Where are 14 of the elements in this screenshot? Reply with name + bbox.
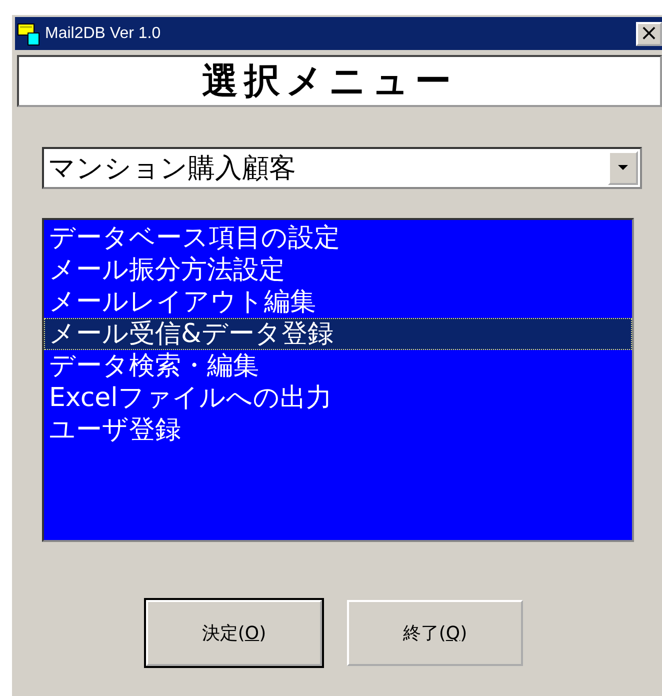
menu-list-item[interactable]: メール振分方法設定 [44,254,632,286]
menu-list-item[interactable]: メール受信&データ登録 [44,318,632,350]
menu-list-item[interactable]: ユーザ登録 [44,414,632,446]
menu-list-item[interactable]: データベース項目の設定 [44,222,632,254]
app-icon [17,22,41,46]
window-title: Mail2DB Ver 1.0 [45,24,162,42]
menu-list-item[interactable]: メールレイアウト編集 [44,286,632,318]
dialog-button[interactable]: 決定(O) [146,600,322,666]
dialog-button[interactable]: 終了(Q) [347,600,523,666]
menu-list-item[interactable]: データ検索・編集 [44,350,632,382]
heading-text: 選択メニュー [202,60,457,104]
close-button[interactable]: × [636,22,662,46]
menu-list-item[interactable]: Excelファイルへの出力 [44,382,632,414]
category-dropdown[interactable]: マンション購入顧客 [42,147,642,189]
